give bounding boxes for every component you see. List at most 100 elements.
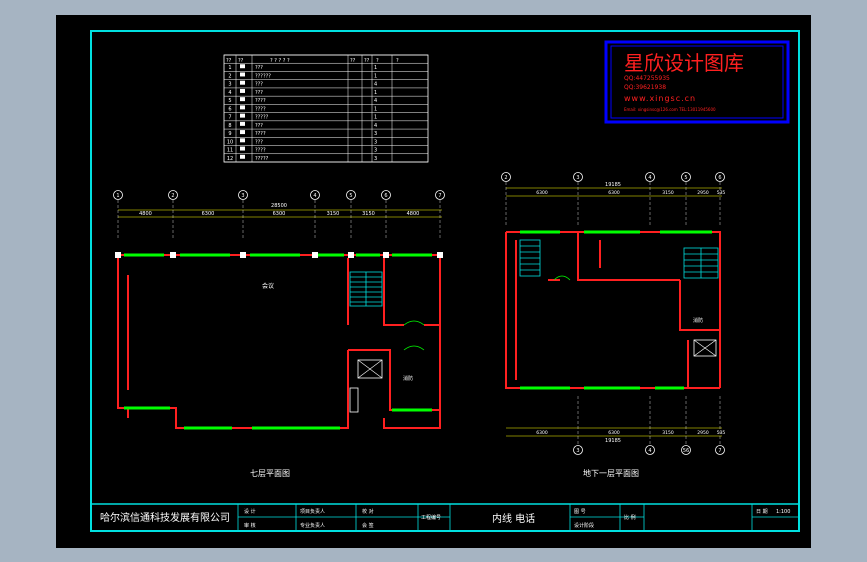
side-label-left: 消防 [403, 375, 413, 382]
cad-drawing: 星欣设计图库 QQ:447255935 QQ:39621938 www.xing… [56, 15, 811, 548]
company-name: 哈尔滨信通科技发展有限公司 [100, 511, 230, 524]
legend-symbol-icon [240, 72, 245, 77]
legend-row-desc: ???? [255, 106, 266, 112]
dim-segment-right-top: 535 [717, 190, 726, 196]
legend-row-desc: ???? [255, 148, 266, 154]
legend-symbol-icon [240, 138, 245, 143]
dim-segment-left: 6300 [202, 211, 215, 217]
legend-row-num: 2 [228, 73, 231, 79]
axis-label: 2 [171, 193, 174, 199]
tb-cell-date: 日 期 [756, 509, 768, 515]
axis-label: 7 [438, 193, 441, 199]
dim-total-right-bottom: 19185 [605, 438, 621, 444]
legend-row-num: 1 [228, 65, 231, 71]
axis-label: 7 [718, 448, 721, 454]
dim-segment-right-top: 6300 [536, 190, 548, 196]
legend-row-num: 6 [228, 106, 231, 112]
tb-cell-review: 审 核 [244, 522, 256, 529]
tb-cell-discipline-lead: 专业负责人 [300, 522, 325, 529]
legend-row-desc: ??? [255, 90, 263, 96]
tb-cell-design: 设 计 [244, 508, 256, 515]
legend-row-qty: 1 [374, 90, 377, 96]
legend-header-cell: ?? [364, 58, 370, 64]
axis-label: 56 [683, 448, 689, 454]
legend-row-desc: ??? [255, 139, 263, 145]
legend-row-qty: 4 [374, 82, 377, 88]
watermark-qq1: QQ:447255935 [624, 75, 670, 82]
dim-segment-right-top: 6300 [608, 190, 620, 196]
legend-row-qty: 1 [374, 115, 377, 121]
legend-row-desc: ??? [255, 65, 263, 71]
column-marker [170, 252, 176, 258]
column-marker [240, 252, 246, 258]
drawing-sheet [56, 15, 811, 548]
legend-symbol-icon [240, 105, 245, 110]
watermark-qq2: QQ:39621938 [624, 84, 666, 91]
legend-header-cell: ? [396, 58, 399, 64]
legend-row-desc: ??? [255, 82, 263, 88]
axis-label: 6 [718, 175, 721, 181]
legend-symbol-icon [240, 113, 245, 118]
axis-label: 3 [576, 448, 579, 454]
column-marker [383, 252, 389, 258]
legend-row-qty: 3 [374, 156, 377, 162]
drawing-name: 内线 电话 [492, 512, 535, 525]
watermark-title: 星欣设计图库 [624, 51, 744, 75]
tb-cell-project-no: 工程编号 [421, 514, 441, 521]
tb-cell-scale: 比 例 [624, 514, 636, 521]
legend-symbol-icon [240, 146, 245, 151]
legend-row-num: 12 [227, 156, 233, 162]
dim-segment-left: 6300 [273, 211, 286, 217]
dim-total-right-top: 19185 [605, 182, 621, 188]
legend-symbol-icon [240, 130, 245, 135]
tb-cell-check: 校 对 [362, 508, 374, 515]
legend-row-qty: 4 [374, 123, 377, 129]
legend-header-cell: ?? [238, 58, 244, 64]
room-label-left: 会议 [262, 282, 274, 290]
dim-segment-left: 4800 [139, 211, 152, 217]
legend-row-num: 9 [228, 131, 231, 137]
legend-row-qty: 1 [374, 73, 377, 79]
legend-row-num: 4 [228, 90, 231, 96]
dim-total-left: 28500 [271, 203, 287, 209]
legend-row-qty: 4 [374, 98, 377, 104]
dim-segment-right-bottom: 535 [717, 430, 726, 436]
dim-segment-left: 3150 [362, 211, 375, 217]
legend-row-num: 3 [228, 82, 231, 88]
column-marker [348, 252, 354, 258]
legend-row-qty: 3 [374, 131, 377, 137]
title-left-plan: 七层平面图 [250, 469, 290, 478]
legend-header-cell: ?? [350, 58, 356, 64]
legend-row-num: 8 [228, 123, 231, 129]
legend-row-desc: ????? [255, 115, 269, 121]
axis-label: 5 [684, 175, 687, 181]
legend-row-qty: 1 [374, 106, 377, 112]
legend-row-desc: ???? [255, 131, 266, 137]
legend-row-num: 10 [227, 139, 233, 145]
axis-label: 1 [116, 193, 119, 199]
legend-row-num: 5 [228, 98, 231, 104]
legend-row-num: 7 [228, 115, 231, 121]
column-marker [115, 252, 121, 258]
dim-segment-right-bottom: 3150 [662, 430, 674, 436]
axis-label: 6 [384, 193, 387, 199]
tb-cell-drawing-no: 图 号 [574, 509, 586, 515]
dim-segment-right-top: 3150 [662, 190, 674, 196]
title-right-plan: 地下一层平面图 [583, 468, 639, 478]
axis-label: 2 [504, 175, 507, 181]
tb-cell-stage: 设计阶段 [574, 522, 594, 529]
legend-row-desc: ???? [255, 98, 266, 104]
column-marker [312, 252, 318, 258]
dim-segment-right-bottom: 6300 [536, 430, 548, 436]
legend-symbol-icon [240, 64, 245, 69]
legend-symbol-icon [240, 154, 245, 159]
legend-row-desc: ????? [255, 156, 269, 162]
room-label-right: 消防 [693, 317, 703, 324]
legend-row-desc: ?????? [255, 73, 271, 79]
legend-row-num: 11 [227, 148, 233, 154]
legend-row-desc: ??? [255, 123, 263, 129]
legend-symbol-icon [240, 121, 245, 126]
dim-segment-right-bottom: 2950 [697, 430, 709, 436]
legend-row-qty: 1 [374, 65, 377, 71]
tb-cell-countersign: 会 签 [362, 522, 374, 529]
